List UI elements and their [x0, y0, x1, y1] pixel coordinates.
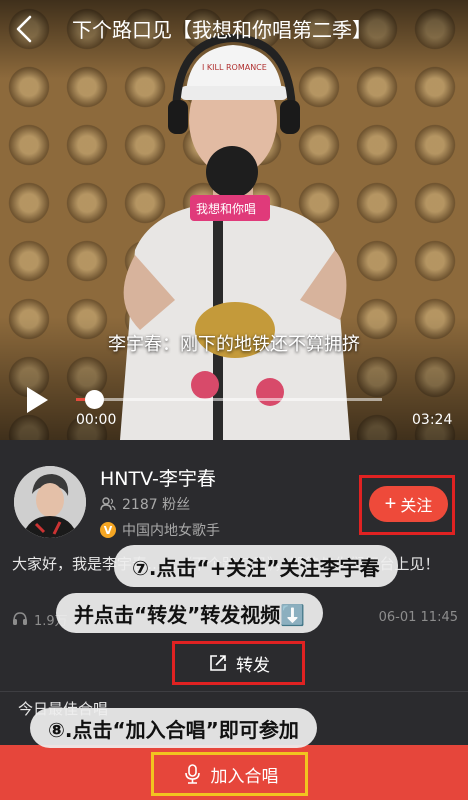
fans-count: 2187 粉丝	[122, 497, 191, 513]
plus-icon: +	[384, 493, 397, 515]
top-bar: 下个路口见【我想和你唱第二季】	[0, 0, 468, 62]
fans-row: 2187 粉丝	[100, 494, 190, 514]
verified-badge-icon: V	[100, 522, 116, 538]
current-time: 00:00	[76, 412, 117, 428]
step7-annotation: ⑦.点击“+关注”关注李宇春	[114, 545, 398, 587]
headphone-icon	[13, 612, 27, 625]
fans-icon	[100, 497, 116, 511]
lyric-subtitle: 李宇春：刚下的地铁还不算拥挤	[108, 334, 360, 355]
singer-avatar[interactable]	[14, 466, 86, 538]
play-icon[interactable]	[24, 385, 50, 415]
progress-bar[interactable]	[76, 390, 382, 409]
publish-date: 06-01 11:45	[378, 610, 458, 625]
video-title: 下个路口见【我想和你唱第二季】	[72, 18, 372, 42]
section-divider	[0, 691, 468, 692]
follow-label: 关注	[400, 498, 433, 515]
follow-button[interactable]: + 关注	[369, 486, 448, 522]
microphone-icon	[184, 764, 200, 784]
join-chorus-button[interactable]: 加入合唱	[158, 756, 301, 792]
share-label: 转发	[236, 655, 270, 675]
share-icon	[210, 655, 226, 671]
step7-annotation-line2: 并点击“转发”转发视频⬇️	[56, 593, 324, 633]
avatar-image	[14, 466, 86, 538]
join-chorus-label: 加入合唱	[210, 766, 279, 786]
singer-tag: 中国内地女歌手	[122, 523, 220, 539]
cap-logo-text: I KILL ROMANCE	[202, 63, 267, 72]
mic-logo-text: 我想和你唱	[196, 201, 256, 216]
video-frame-singer: I KILL ROMANCE 我想和你唱	[120, 33, 350, 440]
singer-name[interactable]: HNTV-李宇春	[100, 464, 216, 491]
total-time: 03:24	[412, 412, 453, 428]
step8-annotation: ⑧.点击“加入合唱”即可参加	[30, 708, 317, 748]
share-button[interactable]: 转发	[180, 646, 298, 680]
singer-tag-row: V 中国内地女歌手	[100, 520, 220, 540]
back-arrow-icon[interactable]	[12, 14, 36, 44]
video-player[interactable]: I KILL ROMANCE 我想和你唱	[0, 0, 468, 440]
